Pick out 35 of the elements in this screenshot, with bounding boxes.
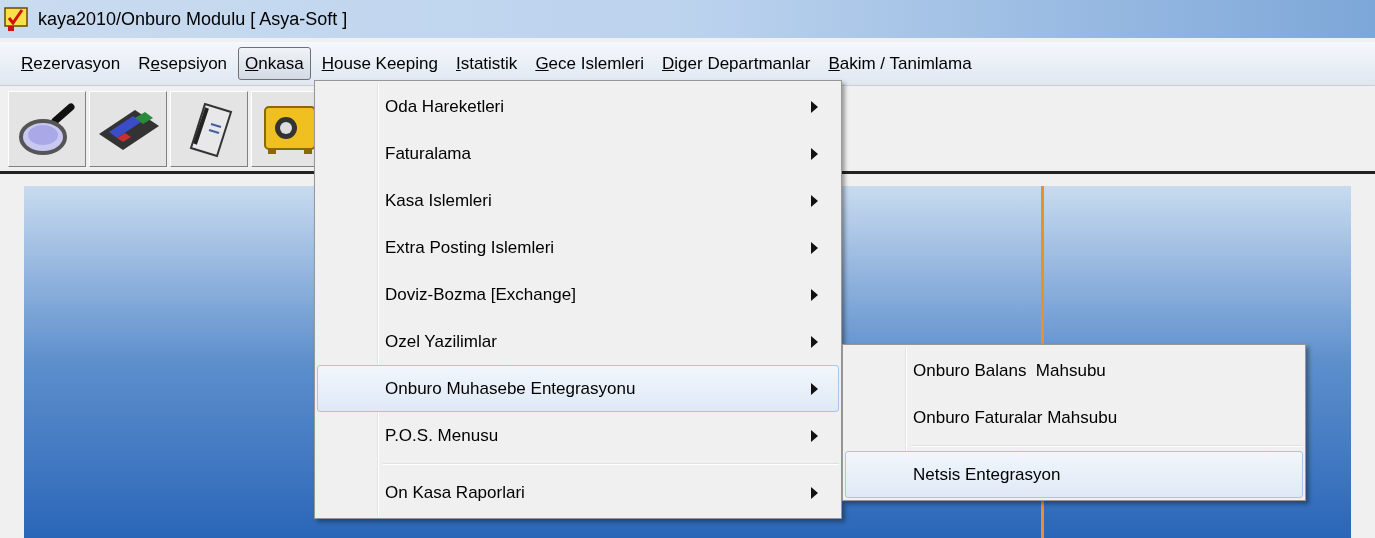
menu-item[interactable]: Faturalama xyxy=(317,130,839,177)
menu-item[interactable]: Ozel Yazilimlar xyxy=(317,318,839,365)
menu-bar-item[interactable]: Bakim / Tanimlama xyxy=(821,46,979,81)
checkmark-logo-icon xyxy=(4,6,30,32)
menu-item[interactable]: Onburo Faturalar Mahsubu xyxy=(845,394,1303,441)
toolbar-button[interactable] xyxy=(8,90,86,167)
menu-item[interactable]: Oda Hareketleri xyxy=(317,83,839,130)
submenu-arrow-icon xyxy=(811,486,818,499)
menu-item[interactable]: Onburo Muhasebe Entegrasyonu xyxy=(317,365,839,412)
menu-bar-item[interactable]: Diger Departmanlar xyxy=(655,46,818,81)
toolbar-button[interactable] xyxy=(170,90,248,167)
menu-bar-item[interactable]: Gece Islemleri xyxy=(528,46,652,81)
menu-item[interactable]: Onburo Balans Mahsubu xyxy=(845,347,1303,394)
menu-bar-item[interactable]: Istatistik xyxy=(448,46,525,81)
menu-bar-item[interactable]: House Keeping xyxy=(314,46,445,81)
toolbar-button[interactable] xyxy=(89,90,167,167)
menu-item[interactable]: On Kasa Raporlari xyxy=(317,469,839,516)
submenu-arrow-icon xyxy=(811,429,818,442)
submenu-arrow-icon xyxy=(811,288,818,301)
submenu-arrow-icon xyxy=(811,147,818,160)
menu-item[interactable]: Doviz-Bozma [Exchange] xyxy=(317,271,839,318)
window-title: kaya2010/Onburo Modulu [ Asya-Soft ] xyxy=(38,7,348,31)
menu-bar-item[interactable]: Onkasa xyxy=(238,46,311,81)
menu-item[interactable]: P.O.S. Menusu xyxy=(317,412,839,459)
magnifier-icon xyxy=(17,100,77,157)
submenu-arrow-icon xyxy=(811,100,818,113)
submenu-arrow-icon xyxy=(811,194,818,207)
submenu-arrow-icon xyxy=(811,382,818,395)
submenu-arrow-icon xyxy=(811,335,818,348)
menu-bar-item[interactable]: Resepsiyon xyxy=(131,46,235,81)
menu-item[interactable]: Kasa Islemleri xyxy=(317,177,839,224)
menu-item[interactable]: Extra Posting Islemleri xyxy=(317,224,839,271)
submenu-arrow-icon xyxy=(811,241,818,254)
menu-bar-item[interactable]: Rezervasyon xyxy=(14,46,128,81)
menu-item[interactable]: Netsis Entegrasyon xyxy=(845,451,1303,498)
